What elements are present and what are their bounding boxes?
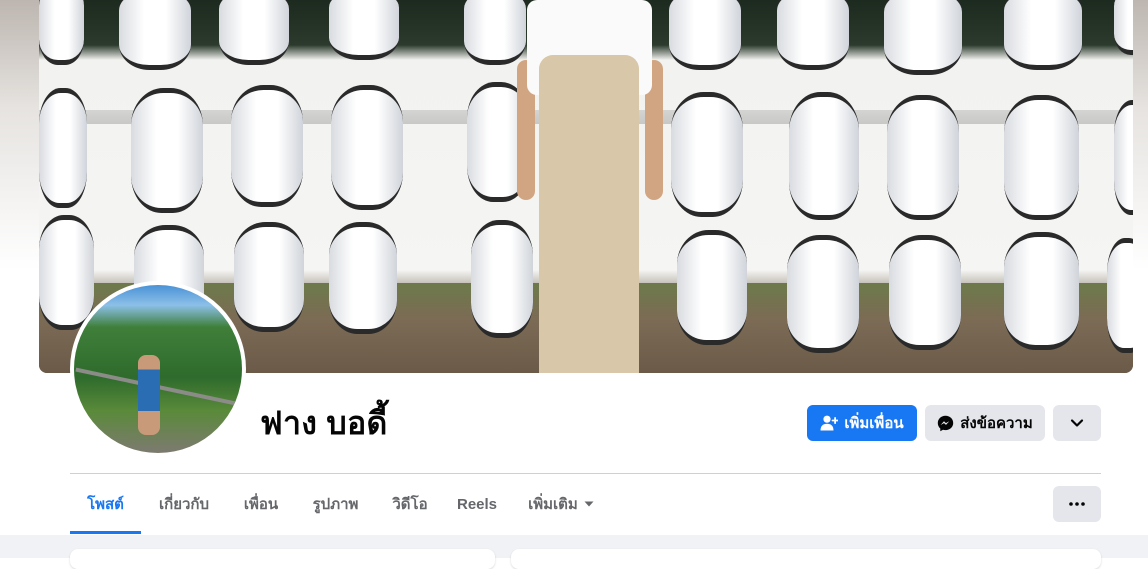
cover-lantern bbox=[39, 0, 84, 65]
cover-lantern bbox=[231, 85, 303, 207]
message-button[interactable]: ส่งข้อความ bbox=[925, 405, 1045, 441]
cover-lantern bbox=[789, 92, 859, 220]
tab-posts[interactable]: โพสต์ bbox=[70, 474, 141, 534]
cover-person bbox=[517, 0, 667, 373]
cover-lantern bbox=[119, 0, 191, 70]
cover-lantern bbox=[1004, 0, 1082, 70]
cover-person-overalls bbox=[539, 55, 639, 373]
tab-label: รูปภาพ bbox=[312, 496, 359, 513]
add-friend-label: เพิ่มเพื่อน bbox=[844, 415, 904, 432]
profile-avatar[interactable] bbox=[70, 281, 246, 457]
cover-lantern bbox=[39, 215, 94, 330]
tab-label: โพสต์ bbox=[87, 496, 124, 513]
cover-lantern bbox=[884, 0, 962, 75]
cover-lantern bbox=[889, 235, 961, 350]
cover-lantern bbox=[671, 92, 743, 217]
cover-lantern bbox=[219, 0, 289, 65]
chevron-down-icon bbox=[1070, 418, 1084, 428]
avatar-photo-figure bbox=[138, 355, 160, 435]
cover-lantern bbox=[1114, 100, 1133, 215]
caret-down-icon bbox=[584, 499, 594, 510]
tab-label: เพิ่มเติม bbox=[528, 496, 578, 513]
cover-lantern bbox=[131, 88, 203, 213]
tab-label: วิดีโอ bbox=[392, 496, 428, 513]
avatar-photo bbox=[74, 285, 242, 453]
more-dots-icon bbox=[1069, 502, 1085, 506]
profile-options-button[interactable] bbox=[1053, 405, 1101, 441]
tab-label: เพื่อน bbox=[243, 496, 279, 513]
tab-more[interactable]: เพิ่มเติม bbox=[516, 474, 606, 534]
tab-friends[interactable]: เพื่อน bbox=[230, 474, 292, 534]
posts-card bbox=[511, 549, 1101, 569]
tab-label: เกี่ยวกับ bbox=[158, 496, 210, 513]
cover-lantern bbox=[677, 230, 747, 345]
tab-about[interactable]: เกี่ยวกับ bbox=[148, 474, 220, 534]
tab-photos[interactable]: รูปภาพ bbox=[302, 474, 369, 534]
cover-lantern bbox=[777, 0, 849, 70]
profile-name: ฟาง บอดี้ bbox=[260, 405, 388, 441]
intro-card bbox=[70, 549, 495, 569]
add-friend-icon bbox=[820, 415, 839, 431]
message-label: ส่งข้อความ bbox=[960, 415, 1033, 432]
cover-lantern bbox=[329, 0, 399, 60]
cover-lantern bbox=[1107, 238, 1133, 353]
more-options-button[interactable] bbox=[1053, 486, 1101, 522]
tab-videos[interactable]: วิดีโอ bbox=[379, 474, 441, 534]
cover-lantern bbox=[787, 235, 859, 353]
cover-lantern bbox=[1114, 0, 1133, 55]
cover-lantern bbox=[39, 88, 87, 208]
tab-reels[interactable]: Reels bbox=[450, 474, 504, 534]
add-friend-button[interactable]: เพิ่มเพื่อน bbox=[807, 405, 917, 441]
cover-lantern bbox=[1004, 95, 1079, 220]
messenger-icon bbox=[937, 415, 954, 432]
cover-lantern bbox=[234, 222, 304, 332]
cover-lantern bbox=[329, 222, 397, 334]
tab-label: Reels bbox=[456, 495, 498, 513]
cover-lantern bbox=[669, 0, 741, 70]
cover-lantern bbox=[887, 95, 959, 220]
cover-lantern bbox=[1004, 232, 1079, 350]
cover-lantern bbox=[331, 85, 403, 210]
